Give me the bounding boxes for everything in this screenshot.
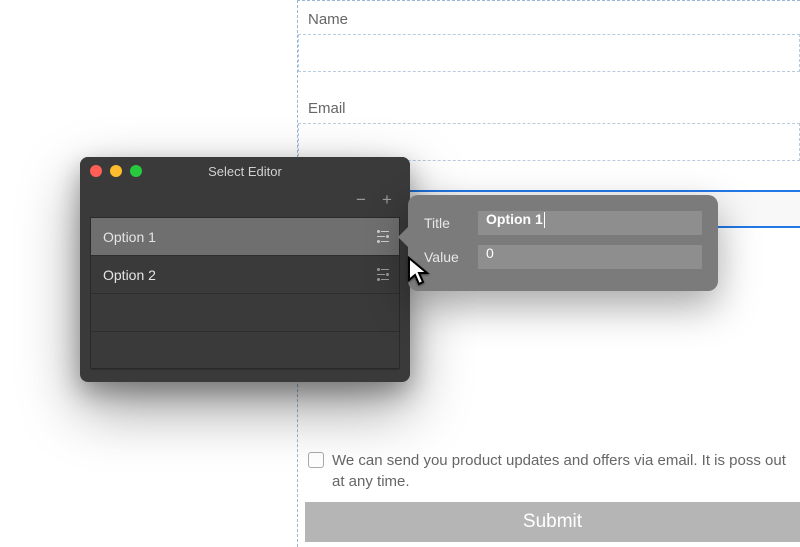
value-row: Value 0	[424, 245, 702, 269]
title-value: Option 1	[486, 211, 543, 227]
text-cursor	[544, 212, 545, 228]
email-label: Email	[308, 100, 800, 117]
add-option-button[interactable]: +	[380, 190, 394, 210]
title-label: Title	[424, 215, 466, 231]
traffic-lights	[90, 165, 142, 177]
email-input[interactable]	[298, 123, 800, 161]
consent-label: We can send you product updates and offe…	[332, 450, 800, 492]
sliders-icon[interactable]	[377, 268, 389, 281]
option-label: Option 1	[103, 229, 156, 245]
title-row: Title Option 1	[424, 211, 702, 235]
form-container: Name Email	[298, 11, 800, 161]
submit-button[interactable]: Submit	[305, 502, 800, 542]
sliders-icon[interactable]	[377, 230, 389, 243]
remove-option-button[interactable]: −	[354, 190, 368, 210]
option-label: Option 2	[103, 267, 156, 283]
editor-toolbar: − +	[80, 185, 410, 215]
consent-checkbox[interactable]	[308, 452, 324, 468]
select-editor-window: Select Editor − + Option 1 Option 2	[80, 157, 410, 382]
option-row[interactable]: Option 2	[91, 256, 399, 294]
name-label: Name	[308, 11, 800, 28]
window-titlebar[interactable]: Select Editor	[80, 157, 410, 185]
consent-checkbox-row: We can send you product updates and offe…	[308, 450, 800, 492]
popover-arrow	[398, 227, 408, 247]
name-input[interactable]	[298, 34, 800, 72]
zoom-window-button[interactable]	[130, 165, 142, 177]
title-input[interactable]: Option 1	[478, 211, 702, 235]
submit-label: Submit	[523, 511, 582, 533]
value-value: 0	[486, 245, 494, 261]
empty-row	[91, 332, 399, 370]
close-window-button[interactable]	[90, 165, 102, 177]
empty-row	[91, 294, 399, 332]
options-list: Option 1 Option 2	[90, 217, 400, 369]
value-label: Value	[424, 249, 466, 265]
option-edit-popover: Title Option 1 Value 0	[408, 195, 718, 291]
option-row[interactable]: Option 1	[91, 218, 399, 256]
value-input[interactable]: 0	[478, 245, 702, 269]
minimize-window-button[interactable]	[110, 165, 122, 177]
